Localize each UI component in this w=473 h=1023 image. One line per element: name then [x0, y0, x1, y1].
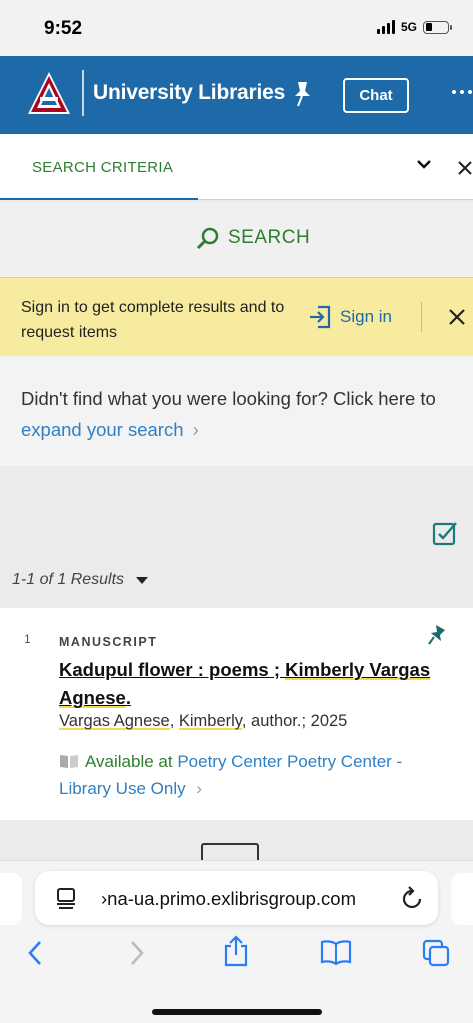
- author-surname: Vargas Agnese: [59, 712, 170, 730]
- select-all-icon[interactable]: [432, 520, 458, 546]
- search-criteria-bar: SEARCH CRITERIA: [0, 134, 473, 200]
- back-icon: [28, 941, 41, 965]
- result-number: 1: [24, 632, 31, 646]
- arizona-a-logo[interactable]: [26, 70, 72, 116]
- sign-in-icon: [310, 305, 331, 329]
- address-bar[interactable]: ›na-ua.primo.exlibrisgroup.com: [35, 871, 438, 925]
- result-title-part: Kadupul flower : poems ;: [59, 659, 286, 680]
- pin-icon[interactable]: [289, 80, 315, 108]
- chat-button[interactable]: Chat: [343, 78, 409, 113]
- author-given: Kimberly: [178, 712, 242, 730]
- browser-toolbar: ›na-ua.primo.exlibrisgroup.com: [0, 860, 473, 1023]
- search-button[interactable]: SEARCH: [196, 226, 310, 250]
- battery-icon: [423, 20, 452, 34]
- home-indicator: [152, 1009, 322, 1015]
- tab-search-criteria-label: SEARCH CRITERIA: [32, 159, 174, 176]
- result-card[interactable]: 1 MANUSCRIPT Kadupul flower : poems ; Ki…: [0, 608, 473, 820]
- sign-in-label: Sign in: [340, 307, 392, 326]
- result-author: Vargas Agnese, Kimberly, author.; 2025: [59, 712, 347, 731]
- status-indicators: 5G: [376, 20, 452, 34]
- reload-icon[interactable]: [401, 886, 423, 910]
- network-label: 5G: [400, 20, 417, 34]
- site-title[interactable]: University Libraries: [93, 81, 285, 105]
- result-title-link[interactable]: Kadupul flower : poems ; Kimberly Vargas…: [59, 656, 454, 712]
- results-count-label: 1-1 of 1 Results: [12, 571, 125, 588]
- share-button[interactable]: [223, 935, 249, 972]
- app-header: University Libraries Chat: [0, 56, 473, 134]
- author-sep: ,: [169, 712, 179, 730]
- result-type: MANUSCRIPT: [59, 635, 158, 649]
- search-button-label: SEARCH: [228, 227, 311, 248]
- close-icon[interactable]: [457, 160, 473, 176]
- forward-button[interactable]: [128, 939, 146, 972]
- sign-in-link[interactable]: Sign in: [308, 304, 392, 330]
- results-count[interactable]: 1-1 of 1 Results: [12, 571, 149, 589]
- chevron-down-icon[interactable]: [416, 158, 432, 170]
- author-rest: , author.; 2025: [241, 712, 348, 730]
- battery-level: [425, 23, 432, 31]
- expand-search-link[interactable]: expand your search: [21, 419, 184, 440]
- share-icon: [224, 935, 248, 967]
- chevron-right-icon: ›: [192, 419, 199, 440]
- prev-tab-peek[interactable]: [0, 873, 22, 925]
- location-1[interactable]: Poetry Center: [177, 752, 282, 771]
- signin-message: Sign in to get complete results and to r…: [21, 299, 285, 341]
- next-tab-peek[interactable]: [451, 873, 473, 925]
- availability-status: Available at: [85, 752, 173, 771]
- signin-banner: Sign in to get complete results and to r…: [0, 278, 473, 356]
- forward-icon: [131, 941, 144, 965]
- chevron-right-icon: ›: [196, 779, 203, 798]
- back-button[interactable]: [26, 939, 44, 972]
- caret-down-icon: [136, 576, 149, 584]
- tabs-icon: [422, 939, 450, 967]
- status-time: 9:52: [44, 18, 83, 39]
- expand-search-prefix: Didn't find what you were looking for? C…: [21, 388, 436, 409]
- status-bar: 9:52 5G: [0, 0, 473, 56]
- search-area: SEARCH: [0, 202, 473, 278]
- availability[interactable]: Available at Poetry Center Poetry Center…: [59, 748, 454, 802]
- result-title-end: .: [125, 687, 131, 708]
- expand-search-message: Didn't find what you were looking for? C…: [21, 383, 461, 445]
- bookmarks-button[interactable]: [320, 939, 352, 970]
- pin-icon[interactable]: [428, 624, 448, 646]
- signal-icon: [376, 20, 395, 34]
- more-icon[interactable]: [452, 90, 472, 94]
- tab-search-criteria[interactable]: SEARCH CRITERIA: [0, 134, 198, 200]
- url-text: ›na-ua.primo.exlibrisgroup.com: [101, 888, 356, 909]
- tabs-button[interactable]: [422, 939, 450, 972]
- banner-divider: [421, 302, 422, 332]
- browser-nav: [0, 935, 473, 979]
- page-icon[interactable]: [55, 887, 77, 909]
- close-icon[interactable]: [448, 308, 466, 326]
- back-to-top-button[interactable]: [201, 843, 259, 861]
- book-icon: [60, 755, 78, 768]
- bookmarks-icon: [320, 940, 352, 966]
- search-icon: [196, 227, 219, 250]
- expand-search-area: Didn't find what you were looking for? C…: [0, 356, 473, 466]
- logo-divider: [82, 70, 84, 116]
